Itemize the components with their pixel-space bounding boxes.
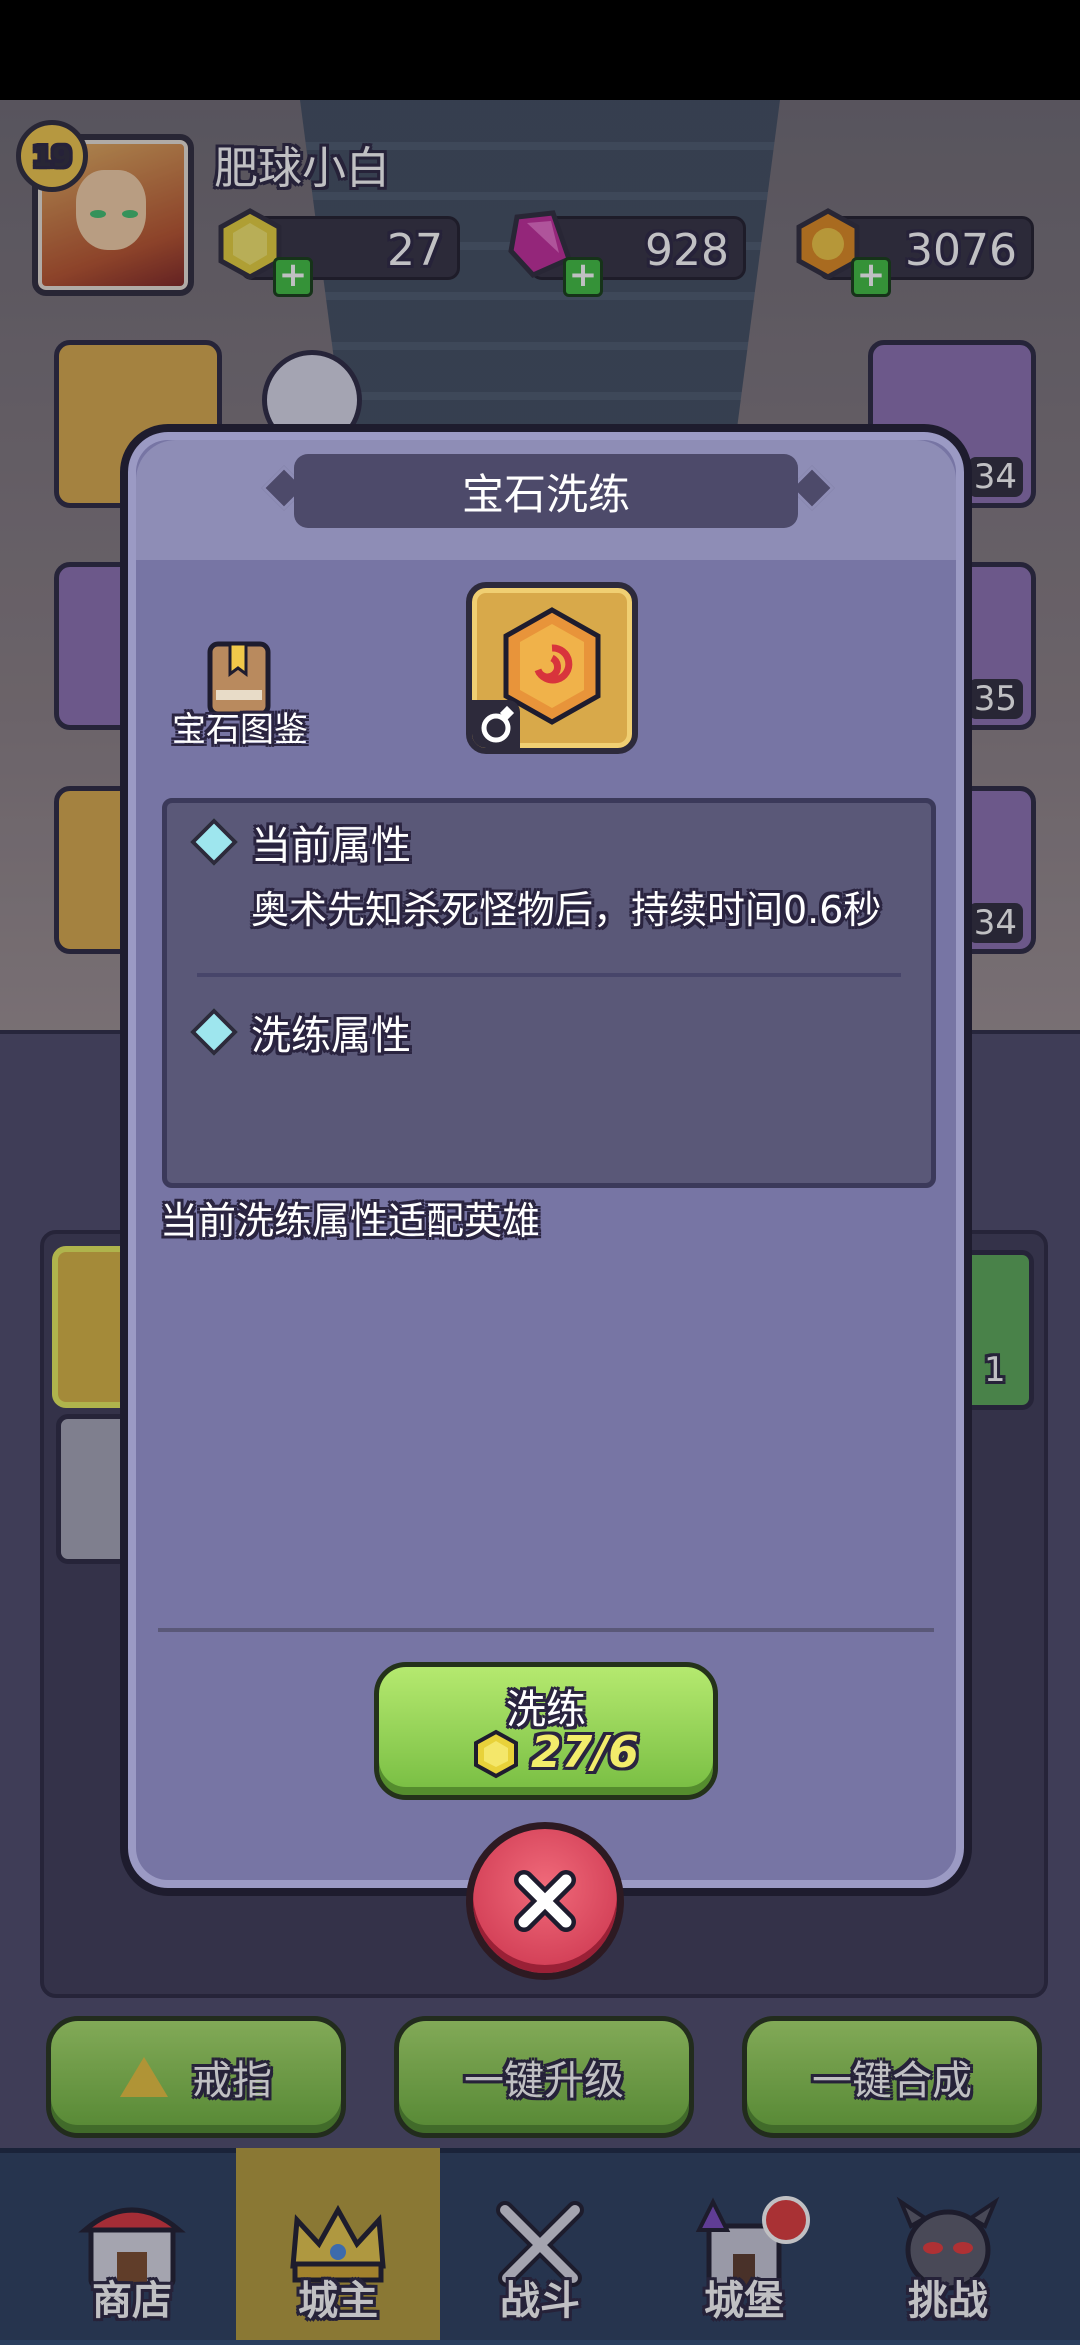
gold-gem-icon [474,1729,518,1779]
close-icon [514,1870,576,1932]
gem-codex-label[interactable]: 宝石图鉴 [172,702,308,751]
ring-icon [472,700,520,748]
hero-fit-note: 当前洗练属性适配英雄 [160,1199,541,1243]
close-button[interactable] [466,1822,624,1980]
reroll-button[interactable]: 洗练 27/6 [374,1662,718,1800]
diamond-bullet-icon [189,817,239,867]
reroll-cost: 27/6 [531,1727,639,1778]
diamond-bullet-icon [189,1007,239,1057]
gem-slot[interactable] [466,582,638,754]
current-attribute-title: 当前属性 [251,823,411,869]
status-bar [0,0,1080,100]
divider [158,1628,934,1632]
dialog-title: 宝石洗练 [294,454,798,528]
reroll-attribute-title: 洗练属性 [251,1013,411,1059]
gem-reroll-dialog: 宝石洗练 宝石图鉴 当前属性 奥术先知杀死怪物后，持续时间0.6秒 洗练属性 当… [120,424,972,1896]
current-attribute-description: 奥术先知杀死怪物后，持续时间0.6秒 [251,888,882,932]
divider [197,973,901,977]
attribute-box: 当前属性 奥术先知杀死怪物后，持续时间0.6秒 洗练属性 [162,798,936,1188]
